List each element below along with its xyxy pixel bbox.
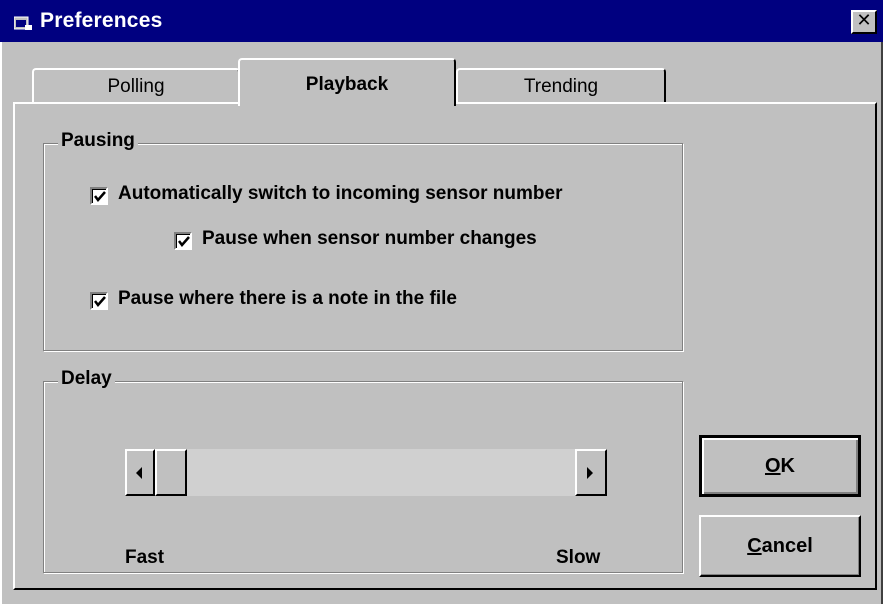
tab-playback-label: Playback <box>305 74 389 95</box>
close-icon: ✕ <box>856 10 872 31</box>
close-button[interactable]: ✕ <box>851 10 877 34</box>
tab-trending-label: Trending <box>523 76 599 97</box>
tab-trending[interactable]: Trending <box>456 68 666 102</box>
tab-polling-label: Polling <box>107 76 165 97</box>
tab-playback[interactable]: Playback <box>238 58 456 106</box>
title-bar: Preferences ✕ <box>0 0 883 42</box>
window-title: Preferences <box>40 9 163 32</box>
delay-group-label: Delay <box>58 368 115 390</box>
tab-panel-playback <box>13 102 877 590</box>
active-tab-joint <box>240 100 454 104</box>
tab-polling[interactable]: Polling <box>32 68 240 102</box>
window-border-left <box>0 42 2 604</box>
pausing-group-label: Pausing <box>58 130 138 152</box>
app-window-icon <box>13 16 32 30</box>
